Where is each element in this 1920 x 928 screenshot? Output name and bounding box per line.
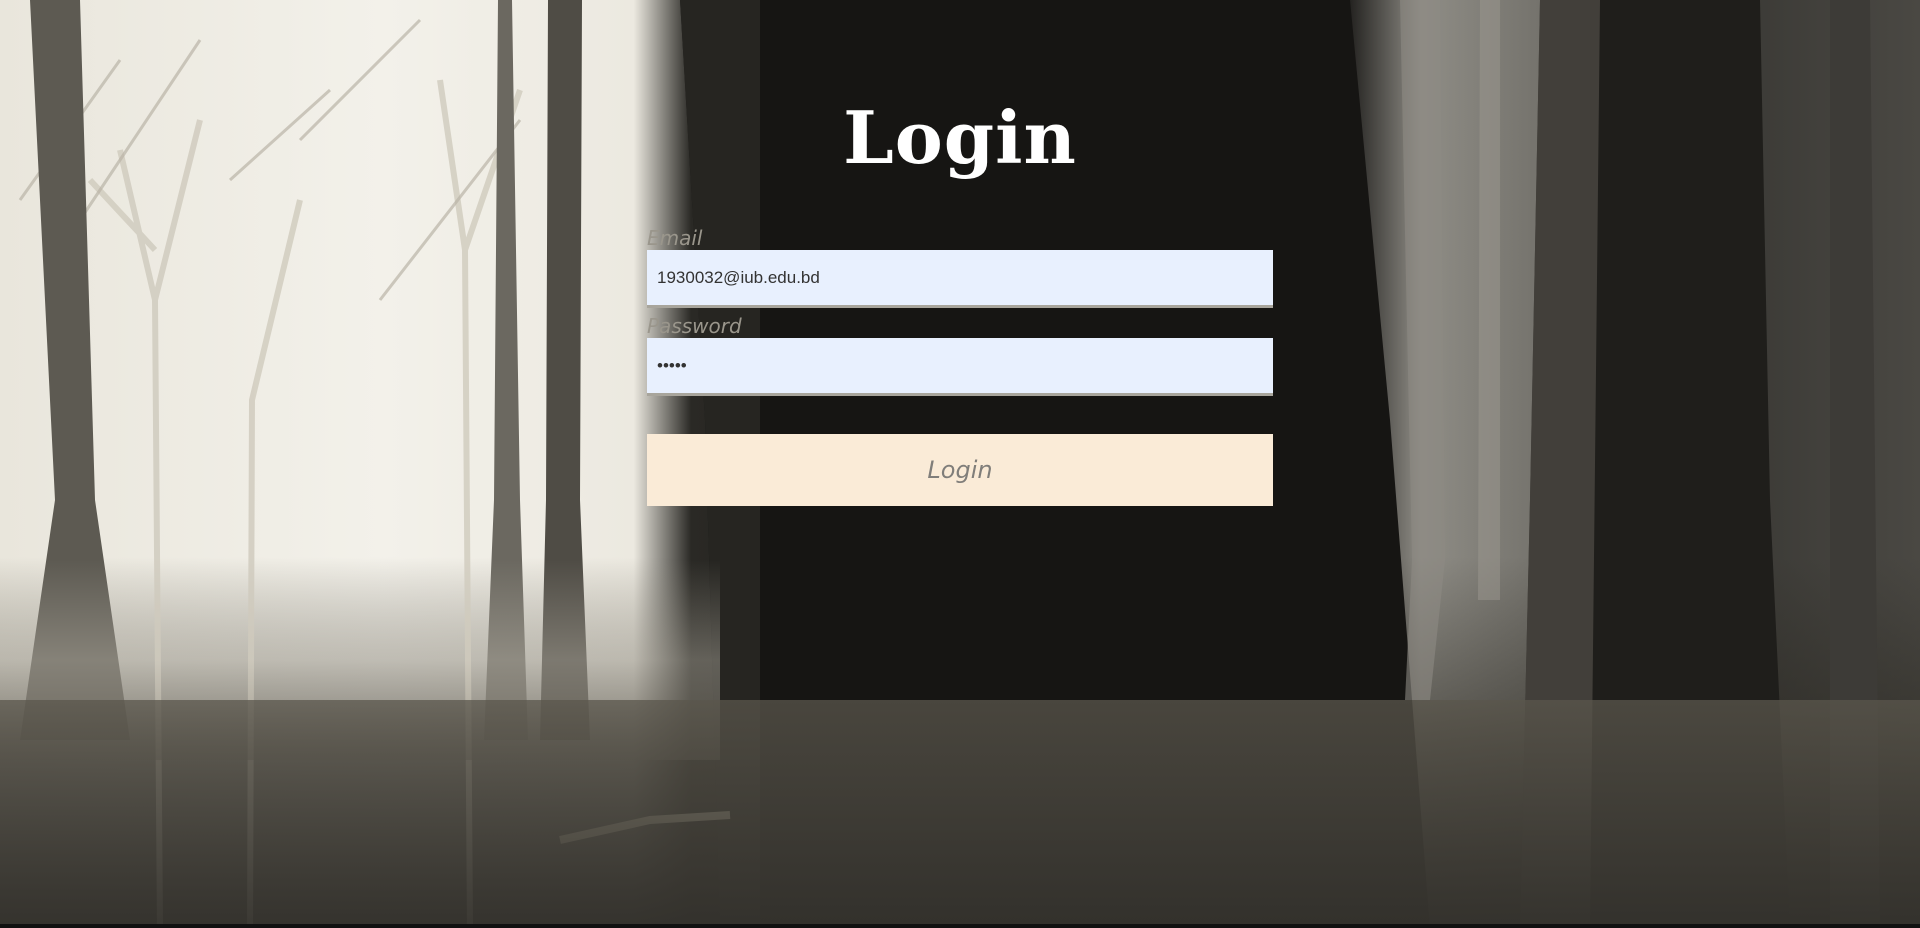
bottom-edge (0, 924, 1920, 928)
password-field[interactable] (647, 338, 1273, 396)
password-label: Password (647, 314, 742, 338)
page-title: Login (843, 95, 1077, 180)
email-label: Email (647, 226, 703, 250)
login-form: Login Email Password Login (647, 90, 1273, 506)
login-button[interactable]: Login (647, 434, 1273, 506)
forest-ground (0, 700, 1920, 928)
email-field[interactable] (647, 250, 1273, 308)
